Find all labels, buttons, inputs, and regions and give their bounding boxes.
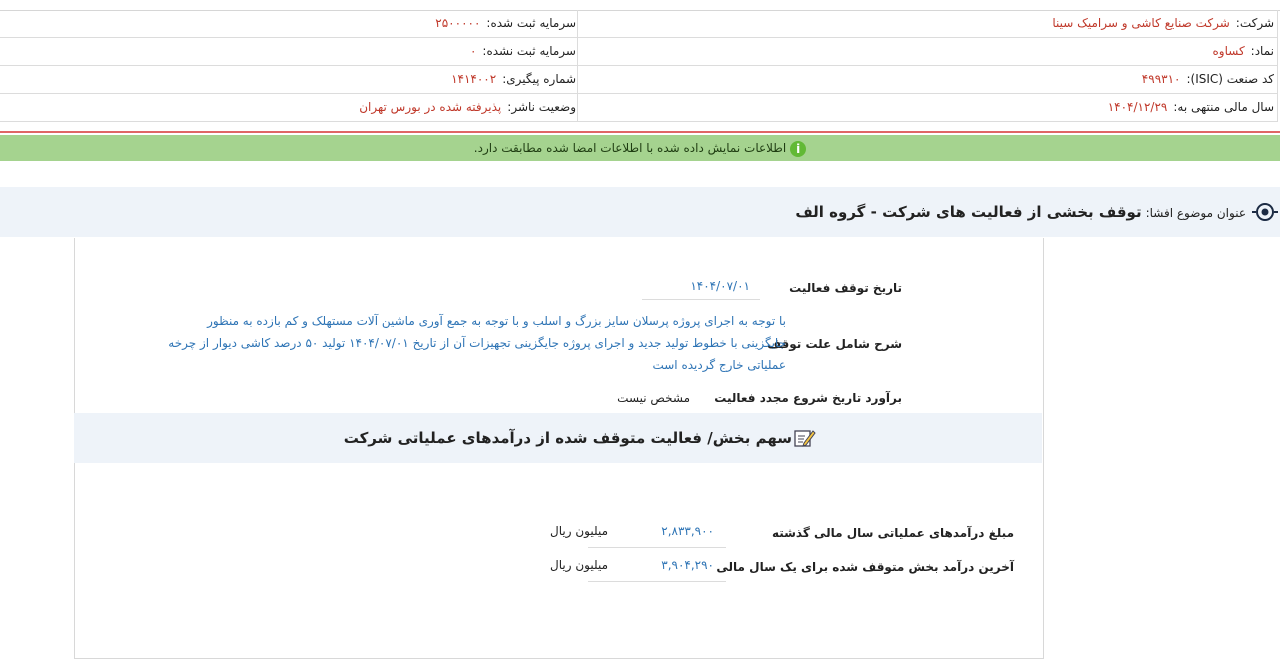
publisher-status-value: پذیرفته شده در بورس تهران [359,100,502,114]
fiscal-year-label: سال مالی منتهی به: [1173,100,1274,114]
symbol-label: نماد: [1250,44,1274,58]
revenue-section-title: سهم بخش/ فعالیت متوقف شده از درآمدهای عم… [343,429,792,447]
prev-revenue-value: ۲,۸۳۳,۹۰۰ [661,524,714,538]
reg-capital-value: ۲۵۰۰۰۰۰ [435,16,481,30]
restart-value: مشخص نیست [617,391,690,405]
last-revenue-unit: میلیون ریال [550,558,608,572]
fiscal-year-value: ۱۴۰۴/۱۲/۲۹ [1107,100,1168,114]
isic-label: کد صنعت (ISIC): [1186,72,1274,86]
info-row: سال مالی منتهی به: ۱۴۰۴/۱۲/۲۹ وضعیت ناشر:… [0,94,1278,122]
company-cell: شرکت: شرکت صنایع کاشی و سرامیک سینا [578,10,1274,37]
reason-line-3: عملیاتی خارج گردیده است [652,358,786,372]
reason-label: شرح شامل علت توقف [767,337,902,351]
unreg-capital-label: سرمایه ثبت نشده: [482,44,576,58]
disclosure-label: عنوان موضوع افشا: [1145,206,1246,220]
reason-line-2: جایگزینی با خطوط تولید جدید و اجرای پروژ… [168,336,786,350]
info-row: کد صنعت (ISIC): ۴۹۹۳۱۰ شماره پیگیری: ۱۴۱۴۰… [0,66,1278,94]
publisher-status-label: وضعیت ناشر: [507,100,576,114]
symbol-value: کساوه [1212,44,1245,58]
reason-line-1: با توجه به اجرای پروژه پرسلان سایز بزرگ … [207,314,786,328]
tracking-value: ۱۴۱۴۰۰۲ [451,72,497,86]
verification-banner: iاطلاعات نمایش داده شده با اطلاعات امضا … [0,135,1280,161]
company-info-table: شرکت: شرکت صنایع کاشی و سرامیک سینا سرمای… [0,10,1278,126]
last-revenue-label: آخرین درآمد بخش متوقف شده برای یک سال ما… [716,560,1014,574]
symbol-cell: نماد: کساوه [578,38,1274,65]
isic-cell: کد صنعت (ISIC): ۴۹۹۳۱۰ [578,66,1274,93]
revenue-section-header: سهم بخش/ فعالیت متوقف شده از درآمدهای عم… [74,413,1042,463]
prev-revenue-underline [588,547,726,548]
edit-note-icon [794,430,816,447]
info-row: نماد: کساوه سرمایه ثبت نشده: ۰ [0,38,1278,66]
red-divider [0,131,1280,133]
fiscal-year-cell: سال مالی منتهی به: ۱۴۰۴/۱۲/۲۹ [578,94,1274,121]
publisher-status-cell: وضعیت ناشر: پذیرفته شده در بورس تهران [4,94,576,121]
company-value: شرکت صنایع کاشی و سرامیک سینا [1052,16,1230,30]
last-revenue-underline [588,581,726,582]
tracking-label: شماره پیگیری: [502,72,576,86]
stop-date-label: تاریخ توقف فعالیت [789,281,902,295]
stop-date-value: ۱۴۰۴/۰۷/۰۱ [690,279,750,293]
disclosure-title: عنوان موضوع افشا:توقف بخشی از فعالیت های… [795,187,1246,238]
tracking-cell: شماره پیگیری: ۱۴۱۴۰۰۲ [4,66,576,93]
reg-capital-label: سرمایه ثبت شده: [486,16,576,30]
info-icon: i [790,140,807,157]
disclosure-title-text: توقف بخشی از فعالیت های شرکت - گروه الف [795,203,1142,221]
reg-capital-cell: سرمایه ثبت شده: ۲۵۰۰۰۰۰ [4,10,576,37]
last-revenue-value: ۳,۹۰۴,۲۹۰ [661,558,714,572]
unreg-capital-cell: سرمایه ثبت نشده: ۰ [4,38,576,65]
verification-text: اطلاعات نمایش داده شده با اطلاعات امضا ش… [473,141,787,155]
disclosure-title-bar: عنوان موضوع افشا:توقف بخشی از فعالیت های… [0,187,1280,237]
company-label: شرکت: [1235,16,1274,30]
restart-label: برآورد تاریخ شروع مجدد فعالیت [714,391,902,405]
isic-value: ۴۹۹۳۱۰ [1141,72,1181,86]
prev-revenue-label: مبلغ درآمدهای عملیاتی سال مالی گذشته [771,526,1014,540]
info-row: شرکت: شرکت صنایع کاشی و سرامیک سینا سرمای… [0,10,1278,38]
stop-date-underline [642,299,760,300]
prev-revenue-unit: میلیون ریال [550,524,608,538]
unreg-capital-value: ۰ [469,44,477,58]
target-icon [1252,203,1278,221]
